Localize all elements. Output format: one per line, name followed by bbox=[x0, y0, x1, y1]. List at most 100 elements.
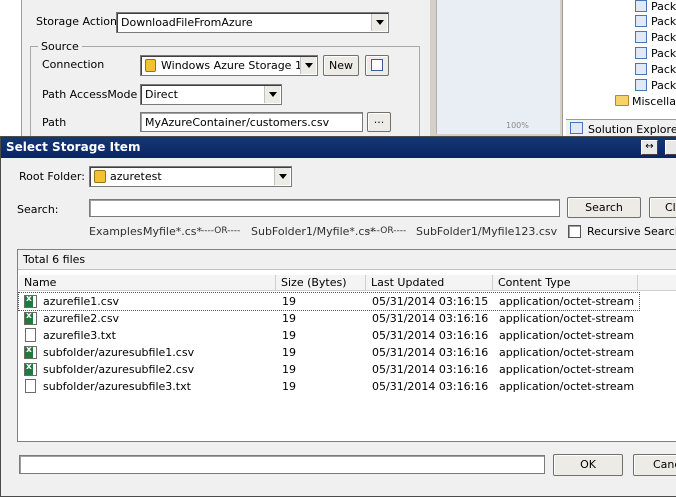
designer-canvas bbox=[436, 0, 560, 134]
connection-select[interactable]: Windows Azure Storage 1 bbox=[140, 55, 318, 76]
file-list[interactable]: Total 6 files Name Size (Bytes) Last Upd… bbox=[17, 249, 676, 442]
source-legend: Source bbox=[38, 40, 82, 53]
example-1: Myfile*.cs* bbox=[143, 225, 203, 238]
tree-item-label: Pack bbox=[651, 31, 676, 44]
file-row[interactable]: azurefile2.csv 19 05/31/2014 03:16:16 ap… bbox=[19, 310, 639, 327]
chevron-down-icon[interactable] bbox=[274, 168, 290, 185]
browse-path-button[interactable]: ... bbox=[367, 112, 391, 132]
file-count-text: Total 6 files bbox=[23, 253, 86, 266]
tree-item-label: Pack bbox=[651, 0, 676, 13]
column-header-content-type[interactable]: Content Type bbox=[493, 275, 638, 291]
tree-item-package[interactable]: Pack bbox=[635, 31, 676, 44]
tree-item-label: Pack bbox=[651, 63, 676, 76]
file-content-type: application/octet-stream bbox=[499, 380, 635, 393]
storage-task-editor: Storage Action DownloadFileFromAzure Sou… bbox=[0, 0, 430, 146]
chevron-down-icon[interactable] bbox=[264, 86, 280, 103]
file-row[interactable]: subfolder/azuresubfile2.csv 19 05/31/201… bbox=[19, 361, 639, 378]
tree-item-package[interactable]: Pack bbox=[635, 63, 676, 76]
example-or-2: ----OR---- bbox=[367, 226, 407, 236]
file-content-type: application/octet-stream bbox=[499, 346, 635, 359]
search-button[interactable]: Search bbox=[567, 197, 641, 218]
example-or-1: ----OR---- bbox=[201, 226, 241, 236]
file-size: 19 bbox=[282, 312, 296, 325]
edit-connection-button[interactable] bbox=[365, 55, 389, 76]
file-row[interactable]: azurefile1.csv 19 05/31/2014 03:16:15 ap… bbox=[18, 292, 640, 311]
tree-item-miscellaneous[interactable]: Miscellan bbox=[615, 95, 676, 108]
file-count-bar: Total 6 files bbox=[18, 250, 676, 270]
dialog-title: Select Storage Item bbox=[6, 140, 141, 154]
solution-explorer-tab[interactable]: Solution Explorer bbox=[566, 119, 676, 137]
path-access-mode-select[interactable]: Direct bbox=[140, 84, 282, 105]
cancel-button[interactable]: Canc bbox=[633, 454, 676, 476]
path-value: MyAzureContainer/customers.csv bbox=[145, 116, 330, 129]
root-folder-label: Root Folder: bbox=[19, 170, 85, 183]
storage-action-value: DownloadFileFromAzure bbox=[121, 16, 253, 29]
connection-value: Windows Azure Storage 1 bbox=[161, 59, 302, 72]
select-storage-item-dialog: Select Storage Item ↔ Root Folder: azure… bbox=[0, 136, 676, 497]
chevron-down-icon[interactable] bbox=[300, 57, 316, 74]
file-updated: 05/31/2014 03:16:16 bbox=[372, 312, 489, 325]
file-updated: 05/31/2014 03:16:15 bbox=[372, 295, 489, 308]
root-folder-select[interactable]: azuretest bbox=[89, 166, 292, 187]
recursive-search-label: Recursive Search bbox=[587, 225, 676, 238]
tree-item-label: Pack bbox=[651, 15, 676, 28]
column-header-last-updated[interactable]: Last Updated bbox=[366, 275, 493, 291]
file-name: azurefile3.txt bbox=[43, 329, 116, 342]
tree-item-package[interactable]: Pack bbox=[635, 15, 676, 28]
csv-file-icon bbox=[24, 362, 37, 376]
path-label: Path bbox=[42, 116, 67, 129]
file-updated: 05/31/2014 03:16:16 bbox=[372, 380, 489, 393]
search-input[interactable] bbox=[89, 199, 560, 217]
file-updated: 05/31/2014 03:16:16 bbox=[372, 329, 489, 342]
resize-icon[interactable]: ↔ bbox=[641, 140, 658, 155]
clear-button[interactable]: Cle bbox=[649, 197, 676, 218]
column-header-name[interactable]: Name bbox=[19, 275, 276, 291]
storage-action-select[interactable]: DownloadFileFromAzure bbox=[116, 12, 389, 33]
tree-item-label: Pack bbox=[651, 47, 676, 60]
package-icon bbox=[635, 63, 647, 75]
folder-icon bbox=[615, 95, 629, 106]
file-updated: 05/31/2014 03:16:16 bbox=[372, 363, 489, 376]
root-folder-value: azuretest bbox=[110, 170, 162, 183]
tree-item-package[interactable]: Pack bbox=[635, 47, 676, 60]
edit-icon bbox=[371, 59, 383, 71]
close-button[interactable] bbox=[665, 140, 676, 155]
file-name: azurefile1.csv bbox=[43, 295, 120, 308]
path-input[interactable]: MyAzureContainer/customers.csv bbox=[140, 112, 363, 132]
chevron-down-icon[interactable] bbox=[371, 14, 387, 31]
file-size: 19 bbox=[282, 363, 296, 376]
ok-button[interactable]: OK bbox=[553, 454, 623, 476]
file-row[interactable]: subfolder/azuresubfile1.csv 19 05/31/201… bbox=[19, 344, 639, 361]
csv-file-icon bbox=[24, 294, 37, 308]
tree-item-package[interactable]: Pack bbox=[635, 79, 676, 92]
package-icon bbox=[635, 15, 647, 27]
dialog-title-bar[interactable]: Select Storage Item ↔ bbox=[1, 137, 676, 158]
file-name: subfolder/azuresubfile2.csv bbox=[43, 363, 195, 376]
csv-file-icon bbox=[24, 311, 37, 325]
file-size: 19 bbox=[282, 380, 296, 393]
text-file-icon bbox=[25, 379, 36, 393]
file-content-type: application/octet-stream bbox=[499, 329, 635, 342]
package-icon bbox=[635, 0, 647, 12]
file-row[interactable]: azurefile3.txt 19 05/31/2014 03:16:16 ap… bbox=[19, 327, 639, 344]
file-name: subfolder/azuresubfile3.txt bbox=[43, 380, 191, 393]
file-size: 19 bbox=[282, 329, 296, 342]
tree-item-package[interactable]: Pack bbox=[635, 0, 676, 13]
file-list-header: Name Size (Bytes) Last Updated Content T… bbox=[19, 275, 676, 291]
column-header-filler bbox=[638, 275, 676, 291]
example-3: SubFolder1/Myfile123.csv bbox=[416, 225, 558, 238]
file-row[interactable]: subfolder/azuresubfile3.txt 19 05/31/201… bbox=[19, 378, 639, 395]
csv-file-icon bbox=[24, 345, 37, 359]
solution-explorer-tab-label: Solution Explorer bbox=[588, 123, 676, 136]
path-access-mode-label: Path AccessMode bbox=[42, 88, 138, 101]
file-size: 19 bbox=[282, 346, 296, 359]
file-content-type: application/octet-stream bbox=[499, 363, 635, 376]
tree-item-label: Pack bbox=[651, 79, 676, 92]
file-content-type: application/octet-stream bbox=[499, 295, 635, 308]
new-connection-button[interactable]: New bbox=[323, 55, 359, 76]
selected-path-input[interactable] bbox=[19, 455, 545, 474]
recursive-search-checkbox[interactable] bbox=[568, 225, 581, 238]
search-label: Search: bbox=[17, 203, 59, 216]
column-header-size[interactable]: Size (Bytes) bbox=[276, 275, 366, 291]
examples-label: Examples: bbox=[89, 225, 147, 238]
